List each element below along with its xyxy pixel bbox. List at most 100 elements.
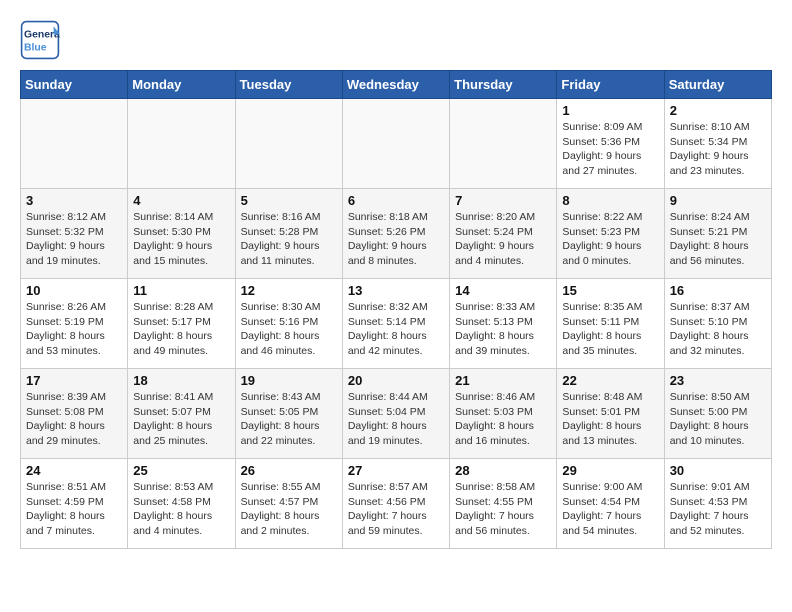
day-info: Sunrise: 8:50 AM Sunset: 5:00 PM Dayligh…: [670, 390, 766, 449]
day-number: 17: [26, 373, 122, 388]
calendar-week-row: 3 Sunrise: 8:12 AM Sunset: 5:32 PM Daylig…: [21, 189, 772, 279]
day-number: 16: [670, 283, 766, 298]
day-number: 18: [133, 373, 229, 388]
day-number: 29: [562, 463, 658, 478]
calendar-cell: 17Sunrise: 8:39 AM Sunset: 5:08 PM Dayli…: [21, 369, 128, 459]
day-info: Sunrise: 8:09 AM Sunset: 5:36 PM Dayligh…: [562, 120, 658, 179]
day-info: Sunrise: 8:58 AM Sunset: 4:55 PM Dayligh…: [455, 480, 551, 539]
calendar-cell: 18 Sunrise: 8:41 AM Sunset: 5:07 PM Dayli…: [128, 369, 235, 459]
calendar-cell: 30 Sunrise: 9:01 AM Sunset: 4:53 PM Dayli…: [664, 459, 771, 549]
day-info: Sunrise: 8:30 AM Sunset: 5:16 PM Dayligh…: [241, 300, 337, 359]
day-number: 7: [455, 193, 551, 208]
calendar-cell: 7 Sunrise: 8:20 AM Sunset: 5:24 PM Daylig…: [450, 189, 557, 279]
calendar-cell: 28 Sunrise: 8:58 AM Sunset: 4:55 PM Dayli…: [450, 459, 557, 549]
calendar-cell: 25 Sunrise: 8:53 AM Sunset: 4:58 PM Dayli…: [128, 459, 235, 549]
day-info: Sunrise: 8:10 AM Sunset: 5:34 PM Dayligh…: [670, 120, 766, 179]
day-number: 12: [241, 283, 337, 298]
calendar-week-row: 24 Sunrise: 8:51 AM Sunset: 4:59 PM Dayli…: [21, 459, 772, 549]
calendar-week-row: 17Sunrise: 8:39 AM Sunset: 5:08 PM Dayli…: [21, 369, 772, 459]
calendar-cell: 4 Sunrise: 8:14 AM Sunset: 5:30 PM Daylig…: [128, 189, 235, 279]
day-number: 22: [562, 373, 658, 388]
day-info: Sunrise: 8:14 AM Sunset: 5:30 PM Dayligh…: [133, 210, 229, 269]
day-info: Sunrise: 8:16 AM Sunset: 5:28 PM Dayligh…: [241, 210, 337, 269]
calendar-cell: 9 Sunrise: 8:24 AM Sunset: 5:21 PM Daylig…: [664, 189, 771, 279]
calendar-cell: 10 Sunrise: 8:26 AM Sunset: 5:19 PM Dayli…: [21, 279, 128, 369]
calendar-header-row: SundayMondayTuesdayWednesdayThursdayFrid…: [21, 71, 772, 99]
calendar-week-row: 1 Sunrise: 8:09 AM Sunset: 5:36 PM Daylig…: [21, 99, 772, 189]
weekday-header: Sunday: [21, 71, 128, 99]
calendar-cell: 3 Sunrise: 8:12 AM Sunset: 5:32 PM Daylig…: [21, 189, 128, 279]
weekday-header: Saturday: [664, 71, 771, 99]
day-info: Sunrise: 8:24 AM Sunset: 5:21 PM Dayligh…: [670, 210, 766, 269]
weekday-header: Wednesday: [342, 71, 449, 99]
calendar-table: SundayMondayTuesdayWednesdayThursdayFrid…: [20, 70, 772, 549]
day-info: Sunrise: 8:44 AM Sunset: 5:04 PM Dayligh…: [348, 390, 444, 449]
day-info: Sunrise: 8:53 AM Sunset: 4:58 PM Dayligh…: [133, 480, 229, 539]
calendar-cell: 11Sunrise: 8:28 AM Sunset: 5:17 PM Dayli…: [128, 279, 235, 369]
day-number: 13: [348, 283, 444, 298]
day-info: Sunrise: 8:46 AM Sunset: 5:03 PM Dayligh…: [455, 390, 551, 449]
calendar-cell: 14Sunrise: 8:33 AM Sunset: 5:13 PM Dayli…: [450, 279, 557, 369]
calendar-cell: 15Sunrise: 8:35 AM Sunset: 5:11 PM Dayli…: [557, 279, 664, 369]
day-number: 27: [348, 463, 444, 478]
day-number: 4: [133, 193, 229, 208]
calendar-cell: [450, 99, 557, 189]
day-number: 28: [455, 463, 551, 478]
calendar-cell: [342, 99, 449, 189]
day-number: 5: [241, 193, 337, 208]
day-info: Sunrise: 8:55 AM Sunset: 4:57 PM Dayligh…: [241, 480, 337, 539]
calendar-cell: [128, 99, 235, 189]
day-info: Sunrise: 8:26 AM Sunset: 5:19 PM Dayligh…: [26, 300, 122, 359]
day-info: Sunrise: 8:57 AM Sunset: 4:56 PM Dayligh…: [348, 480, 444, 539]
day-info: Sunrise: 8:43 AM Sunset: 5:05 PM Dayligh…: [241, 390, 337, 449]
day-info: Sunrise: 9:00 AM Sunset: 4:54 PM Dayligh…: [562, 480, 658, 539]
calendar-cell: 24 Sunrise: 8:51 AM Sunset: 4:59 PM Dayli…: [21, 459, 128, 549]
calendar-body: 1 Sunrise: 8:09 AM Sunset: 5:36 PM Daylig…: [21, 99, 772, 549]
day-number: 30: [670, 463, 766, 478]
day-number: 15: [562, 283, 658, 298]
day-number: 2: [670, 103, 766, 118]
day-number: 23: [670, 373, 766, 388]
calendar-cell: 19 Sunrise: 8:43 AM Sunset: 5:05 PM Dayli…: [235, 369, 342, 459]
calendar-week-row: 10 Sunrise: 8:26 AM Sunset: 5:19 PM Dayli…: [21, 279, 772, 369]
day-number: 19: [241, 373, 337, 388]
day-info: Sunrise: 8:12 AM Sunset: 5:32 PM Dayligh…: [26, 210, 122, 269]
day-number: 21: [455, 373, 551, 388]
day-number: 10: [26, 283, 122, 298]
day-info: Sunrise: 8:22 AM Sunset: 5:23 PM Dayligh…: [562, 210, 658, 269]
calendar-cell: [21, 99, 128, 189]
logo-icon: General Blue: [20, 20, 60, 60]
day-number: 9: [670, 193, 766, 208]
calendar-cell: 12 Sunrise: 8:30 AM Sunset: 5:16 PM Dayli…: [235, 279, 342, 369]
day-info: Sunrise: 8:51 AM Sunset: 4:59 PM Dayligh…: [26, 480, 122, 539]
weekday-header: Tuesday: [235, 71, 342, 99]
day-number: 20: [348, 373, 444, 388]
day-info: Sunrise: 8:32 AM Sunset: 5:14 PM Dayligh…: [348, 300, 444, 359]
day-number: 26: [241, 463, 337, 478]
day-number: 8: [562, 193, 658, 208]
weekday-header: Friday: [557, 71, 664, 99]
day-info: Sunrise: 8:41 AM Sunset: 5:07 PM Dayligh…: [133, 390, 229, 449]
calendar-cell: 22Sunrise: 8:48 AM Sunset: 5:01 PM Dayli…: [557, 369, 664, 459]
day-info: Sunrise: 8:20 AM Sunset: 5:24 PM Dayligh…: [455, 210, 551, 269]
calendar-cell: 29 Sunrise: 9:00 AM Sunset: 4:54 PM Dayli…: [557, 459, 664, 549]
page-header: General Blue: [20, 20, 772, 60]
calendar-cell: 21 Sunrise: 8:46 AM Sunset: 5:03 PM Dayli…: [450, 369, 557, 459]
day-number: 25: [133, 463, 229, 478]
calendar-cell: 26 Sunrise: 8:55 AM Sunset: 4:57 PM Dayli…: [235, 459, 342, 549]
calendar-cell: 23 Sunrise: 8:50 AM Sunset: 5:00 PM Dayli…: [664, 369, 771, 459]
calendar-cell: 8 Sunrise: 8:22 AM Sunset: 5:23 PM Daylig…: [557, 189, 664, 279]
day-number: 1: [562, 103, 658, 118]
day-number: 24: [26, 463, 122, 478]
day-info: Sunrise: 9:01 AM Sunset: 4:53 PM Dayligh…: [670, 480, 766, 539]
calendar-cell: 5 Sunrise: 8:16 AM Sunset: 5:28 PM Daylig…: [235, 189, 342, 279]
calendar-cell: 2 Sunrise: 8:10 AM Sunset: 5:34 PM Daylig…: [664, 99, 771, 189]
day-number: 3: [26, 193, 122, 208]
day-info: Sunrise: 8:18 AM Sunset: 5:26 PM Dayligh…: [348, 210, 444, 269]
day-number: 14: [455, 283, 551, 298]
calendar-cell: 13 Sunrise: 8:32 AM Sunset: 5:14 PM Dayli…: [342, 279, 449, 369]
calendar-cell: 6Sunrise: 8:18 AM Sunset: 5:26 PM Daylig…: [342, 189, 449, 279]
calendar-cell: 20 Sunrise: 8:44 AM Sunset: 5:04 PM Dayli…: [342, 369, 449, 459]
calendar-cell: 1 Sunrise: 8:09 AM Sunset: 5:36 PM Daylig…: [557, 99, 664, 189]
logo: General Blue: [20, 20, 66, 60]
